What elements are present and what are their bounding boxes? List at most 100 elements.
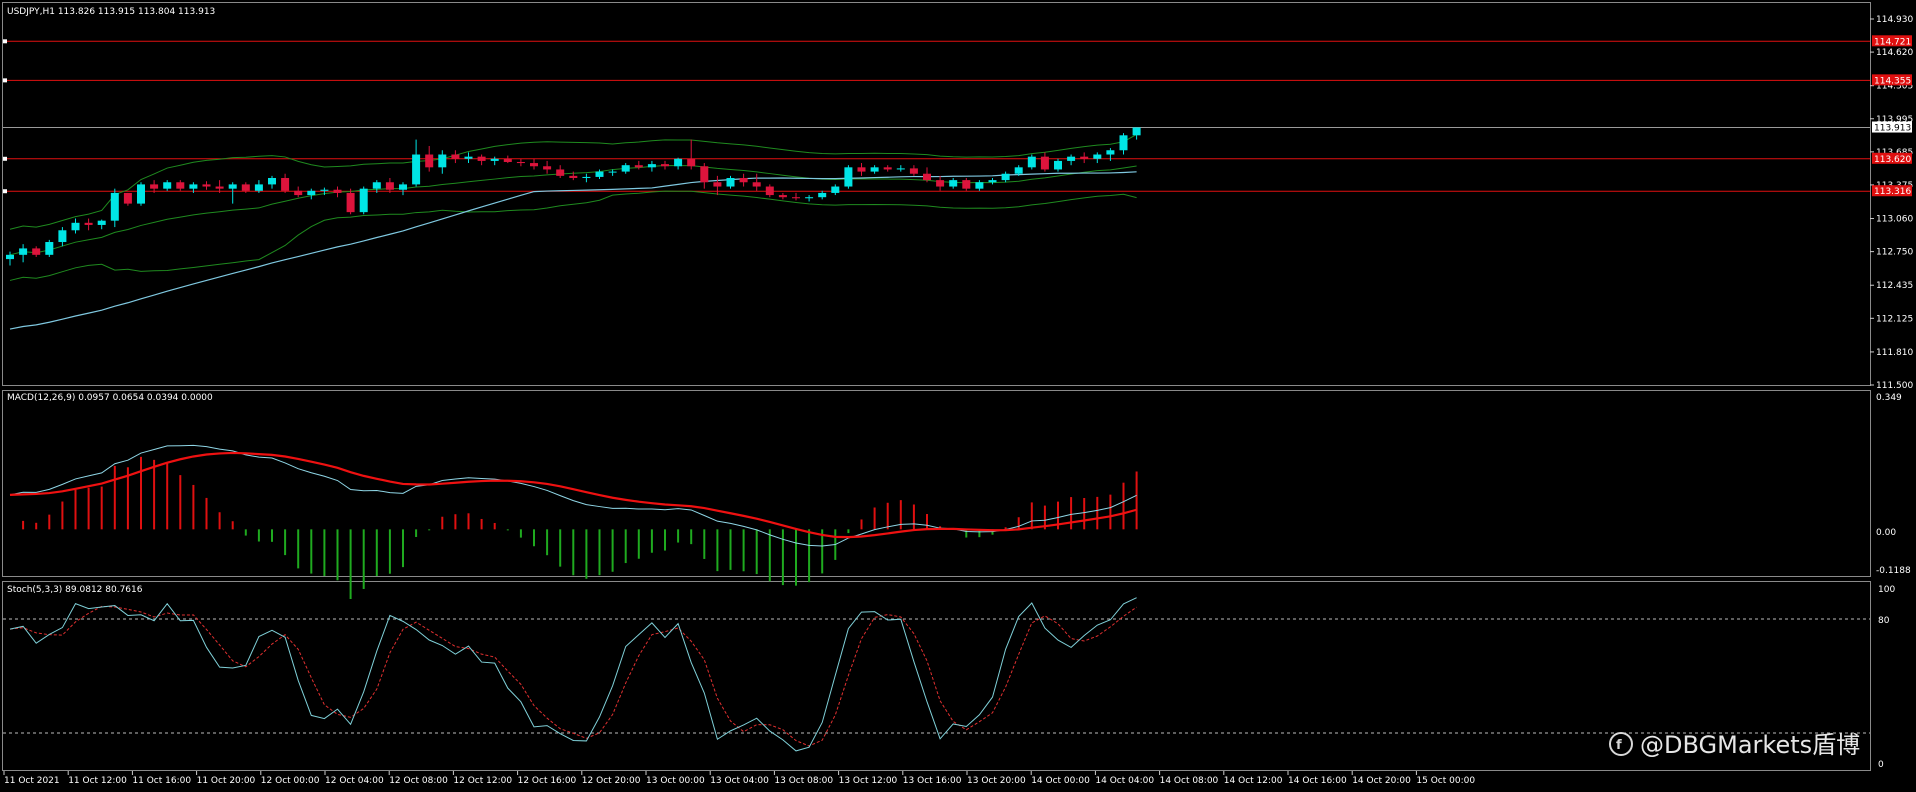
chart-canvas[interactable]: USDJPY,H1 113.826 113.915 113.804 113.91… xyxy=(0,0,1916,792)
bid-price-tag: 113.913 xyxy=(1872,121,1912,134)
candle-body xyxy=(831,186,840,193)
candle-body xyxy=(595,171,604,177)
time-tick-label: 13 Oct 16:00 xyxy=(903,776,962,786)
candle-body xyxy=(477,156,486,161)
stoch-tick-80: 80 xyxy=(1878,616,1890,626)
candle-body xyxy=(1040,156,1049,170)
candle-body xyxy=(1054,160,1062,170)
candle-body xyxy=(215,186,224,189)
time-tick-label: 15 Oct 00:00 xyxy=(1416,776,1475,786)
candle-body xyxy=(438,154,447,168)
time-tick-label: 12 Oct 00:00 xyxy=(261,776,320,786)
time-tick-label: 13 Oct 00:00 xyxy=(646,776,705,786)
time-tick-label: 14 Oct 08:00 xyxy=(1160,776,1219,786)
candle-body xyxy=(32,248,41,255)
candle-body xyxy=(909,168,918,174)
bid-tag-label: 113.913 xyxy=(1874,124,1911,134)
candle-body xyxy=(294,190,303,196)
time-tick-label: 13 Oct 12:00 xyxy=(839,776,898,786)
time-tick-label: 12 Oct 16:00 xyxy=(518,776,577,786)
candle-body xyxy=(739,177,748,183)
main-panel-header: USDJPY,H1 113.826 113.915 113.804 113.91… xyxy=(7,7,215,17)
time-tick-label: 13 Oct 08:00 xyxy=(774,776,833,786)
macd-panel-header: MACD(12,26,9) 0.0957 0.0654 0.0394 0.000… xyxy=(7,393,213,403)
time-tick-label: 12 Oct 04:00 xyxy=(325,776,384,786)
macd-tick-top: 0.349 xyxy=(1876,393,1902,403)
time-tick-label: 11 Oct 16:00 xyxy=(132,776,191,786)
candle[interactable] xyxy=(844,165,853,189)
candle-body xyxy=(975,182,984,189)
macd-tick-zero: 0.00 xyxy=(1876,528,1896,538)
price-tick-label: 112.125 xyxy=(1876,314,1913,324)
candle-body xyxy=(870,167,879,172)
candle[interactable] xyxy=(359,186,368,215)
candle-body xyxy=(6,254,14,260)
candle[interactable] xyxy=(1027,154,1036,170)
candle[interactable] xyxy=(137,182,145,206)
time-tick-label: 13 Oct 20:00 xyxy=(967,776,1026,786)
candle-body xyxy=(490,158,499,161)
candle-body xyxy=(582,176,591,178)
candle-body xyxy=(1080,156,1089,159)
candle-body xyxy=(385,182,394,190)
time-tick-label: 11 Oct 2021 xyxy=(4,776,60,786)
candle-body xyxy=(778,195,787,198)
candle-body xyxy=(1027,156,1036,168)
candle-body xyxy=(84,222,93,225)
candle-body xyxy=(333,189,342,193)
time-tick-label: 12 Oct 12:00 xyxy=(453,776,512,786)
time-tick-label: 14 Oct 16:00 xyxy=(1288,776,1347,786)
candle-body xyxy=(516,161,525,164)
candle-body xyxy=(844,167,853,187)
price-tick-label: 113.060 xyxy=(1876,215,1913,225)
macd-tick-bottom: -0.1188 xyxy=(1876,566,1911,576)
candle[interactable] xyxy=(45,239,54,257)
candle-body xyxy=(359,188,368,213)
candle-body xyxy=(530,163,538,167)
time-tick-label: 14 Oct 12:00 xyxy=(1224,776,1283,786)
level-handle[interactable] xyxy=(3,78,7,83)
price-tick-label: 114.620 xyxy=(1876,48,1913,58)
price-tick-label: 111.810 xyxy=(1876,348,1913,358)
candle-body xyxy=(346,192,355,213)
candle-body xyxy=(647,164,656,168)
candle-body xyxy=(543,166,552,170)
time-tick-label: 12 Oct 08:00 xyxy=(389,776,448,786)
level-handle[interactable] xyxy=(3,189,7,194)
candle-body xyxy=(254,184,263,191)
candle-body xyxy=(1014,167,1023,174)
candle-body xyxy=(425,154,434,168)
candle-body xyxy=(896,168,905,170)
candle-body xyxy=(805,197,814,199)
candle-body xyxy=(464,156,473,159)
candle-body xyxy=(503,158,512,162)
candle-body xyxy=(320,189,329,191)
candle-body xyxy=(281,177,290,191)
candle-body xyxy=(556,169,565,176)
candle-body xyxy=(137,184,145,204)
candle-body xyxy=(163,182,172,189)
candle-body xyxy=(1119,135,1128,151)
time-tick-label: 14 Oct 00:00 xyxy=(1031,776,1090,786)
watermark-logo-glyph: f xyxy=(1616,738,1622,753)
chart-background xyxy=(0,0,1916,792)
candle-body xyxy=(268,177,276,185)
level-handle[interactable] xyxy=(3,39,7,44)
candle-body xyxy=(621,165,630,172)
candle-body xyxy=(451,154,460,159)
candle-body xyxy=(176,182,185,189)
candle-body xyxy=(372,182,381,189)
candle-body xyxy=(123,192,132,204)
candle-body xyxy=(936,180,945,187)
time-tick-label: 14 Oct 04:00 xyxy=(1095,776,1154,786)
candle-body xyxy=(883,167,892,170)
watermark-text: @DBGMarkets盾博 xyxy=(1640,731,1860,759)
candle-body xyxy=(923,173,931,181)
candle-body xyxy=(608,171,617,173)
candle-body xyxy=(949,180,958,187)
candle-body xyxy=(412,154,421,185)
candle-body xyxy=(241,184,250,191)
price-tick-label: 112.435 xyxy=(1876,281,1913,291)
time-tick-label: 11 Oct 20:00 xyxy=(197,776,256,786)
level-handle[interactable] xyxy=(3,156,7,161)
